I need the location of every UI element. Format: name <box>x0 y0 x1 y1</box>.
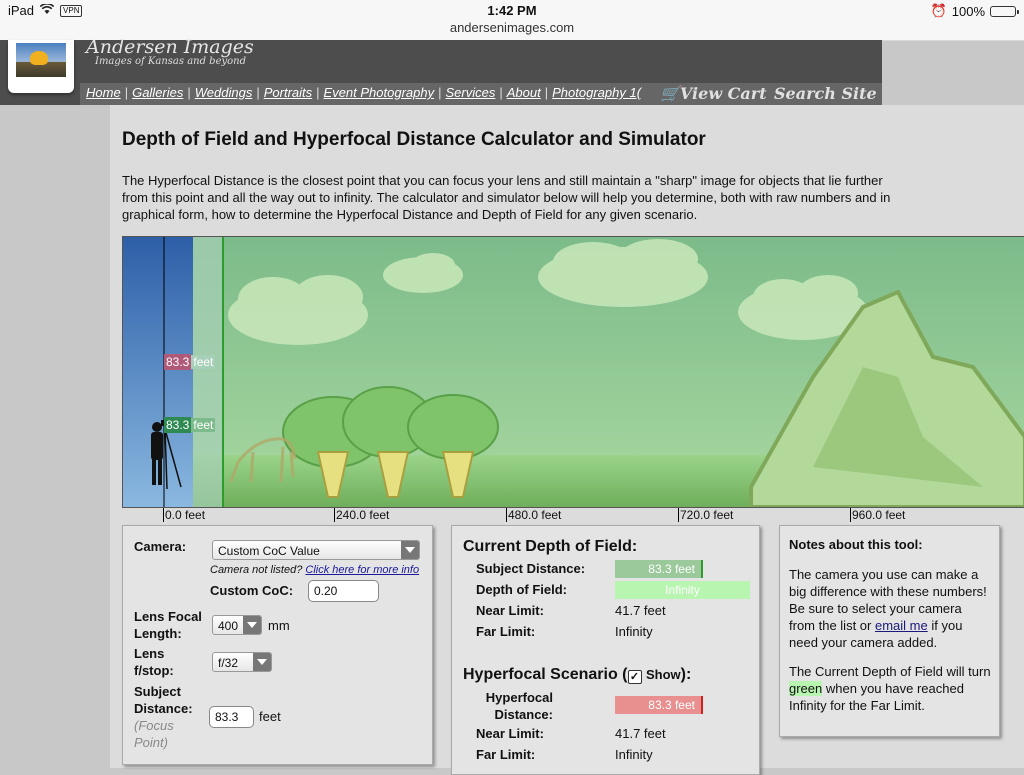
dof-simulator[interactable]: 83.3 feet 83.3 feet <box>122 236 1024 508</box>
intro-paragraph: The Hyperfocal Distance is the closest p… <box>122 173 891 222</box>
tick-label: 0.0 feet <box>163 508 206 522</box>
logo-image <box>16 43 66 77</box>
page-title: Depth of Field and Hyperfocal Distance C… <box>122 129 706 150</box>
site-title: Andersen Images <box>86 36 254 58</box>
search-site-link[interactable]: Search Site <box>774 84 877 103</box>
notes-paragraph-2: The Current Depth of Field will turn gre… <box>789 664 991 713</box>
nav-weddings[interactable]: Weddings <box>195 85 253 100</box>
hyper-far-limit-label: Far Limit: <box>476 747 536 762</box>
notes-paragraph-1: The camera you use can make a big differ… <box>789 567 987 650</box>
focal-length-select[interactable]: 400 <box>212 615 262 635</box>
near-limit-label: Near Limit: <box>476 603 544 618</box>
notes-panel: Notes about this tool: The camera you us… <box>779 525 1000 737</box>
nav-portraits[interactable]: Portraits <box>264 85 312 100</box>
nav-about[interactable]: About <box>507 85 541 100</box>
notes-title: Notes about this tool: <box>789 537 923 552</box>
nav-services[interactable]: Services <box>446 85 496 100</box>
site-tagline: Images of Kansas and beyond <box>95 56 247 67</box>
subject-distance-result-label: Subject Distance: <box>476 561 586 576</box>
tick-label: 480.0 feet <box>506 508 562 522</box>
ios-status-bar: iPad VPN 1:42 PM andersenimages.com ⏰ 10… <box>0 0 1024 41</box>
far-limit-label: Far Limit: <box>476 624 536 639</box>
fstop-label: Lens f/stop: <box>134 646 174 678</box>
main-content: Depth of Field and Hyperfocal Distance C… <box>110 105 1024 775</box>
alarm-icon: ⏰ <box>930 3 947 18</box>
camera-not-listed-text: Camera not listed? <box>210 564 303 576</box>
camera-settings-panel: Camera: Custom CoC Value Camera not list… <box>122 525 433 765</box>
camera-label: Camera: <box>134 539 187 554</box>
hyper-near-limit-label: Near Limit: <box>476 726 544 741</box>
depth-of-field-panel: Current Depth of Field: Subject Distance… <box>451 525 760 775</box>
more-info-link[interactable]: Click here for more info <box>305 564 419 576</box>
battery-icon <box>990 5 1019 17</box>
tick-label: 240.0 feet <box>334 508 390 522</box>
tick-label: 720.0 feet <box>678 508 734 522</box>
site-header: Andersen Images Images of Kansas and bey… <box>0 36 882 105</box>
hyperfocal-distance-marker: 83.3 feet <box>164 354 216 370</box>
hyperfocal-distance-label: Hyperfocal Distance: <box>485 690 553 722</box>
subject-distance-input[interactable]: 83.3 <box>209 706 254 728</box>
chevron-down-icon <box>243 616 261 634</box>
nav-event-photography[interactable]: Event Photography <box>324 85 435 100</box>
view-cart-link[interactable]: 🛒View Cart <box>660 84 767 103</box>
email-me-link[interactable]: email me <box>875 618 928 633</box>
far-limit-value: Infinity <box>615 624 653 639</box>
chevron-down-icon <box>253 653 271 671</box>
tick-label: 960.0 feet <box>850 508 906 522</box>
site-logo[interactable] <box>8 40 74 93</box>
clock: 1:42 PM <box>487 3 537 18</box>
show-label: Show <box>645 667 681 682</box>
nav-home[interactable]: Home <box>86 85 121 100</box>
hyper-far-limit-value: Infinity <box>615 747 653 762</box>
current-dof-title: Current Depth of Field: <box>463 538 638 555</box>
focal-unit: mm <box>268 618 290 633</box>
chevron-down-icon <box>401 541 419 559</box>
simulator-scene <box>123 237 1024 507</box>
custom-coc-input[interactable]: 0.20 <box>308 580 379 602</box>
fstop-select[interactable]: f/32 <box>212 652 272 672</box>
dof-bar: Infinity <box>615 581 750 599</box>
nav-galleries[interactable]: Galleries <box>132 85 183 100</box>
show-hyperfocal-checkbox[interactable]: ✓ <box>627 670 642 684</box>
custom-coc-label: Custom CoC: <box>210 583 294 598</box>
focus-point-hint: (Focus Point) <box>134 718 174 750</box>
address-bar[interactable]: andersenimages.com <box>0 20 1024 35</box>
subject-distance-unit: feet <box>259 709 281 724</box>
cart-icon: 🛒 <box>660 84 680 103</box>
sharp-zone <box>193 237 223 507</box>
hyperfocal-scenario-title: Hyperfocal Scenario (✓ Show): <box>463 666 692 684</box>
camera-select[interactable]: Custom CoC Value <box>212 540 420 560</box>
subject-distance-label: Subject Distance: <box>134 684 193 716</box>
subject-distance-bar: 83.3 feet <box>615 560 703 578</box>
hyperfocal-distance-bar: 83.3 feet <box>615 696 703 714</box>
hyper-near-limit-value: 41.7 feet <box>615 726 666 741</box>
subject-distance-marker: 83.3 feet <box>164 417 216 433</box>
near-limit-value: 41.7 feet <box>615 603 666 618</box>
green-highlight: green <box>789 681 823 696</box>
focal-length-label: Lens Focal Length: <box>134 609 202 641</box>
battery-percent: 100% <box>951 3 985 19</box>
dof-label: Depth of Field: <box>476 582 567 597</box>
main-nav: Home | Galleries | Weddings | Portraits | Ev… <box>86 85 642 100</box>
nav-photography[interactable]: Photography 1( <box>552 85 641 100</box>
